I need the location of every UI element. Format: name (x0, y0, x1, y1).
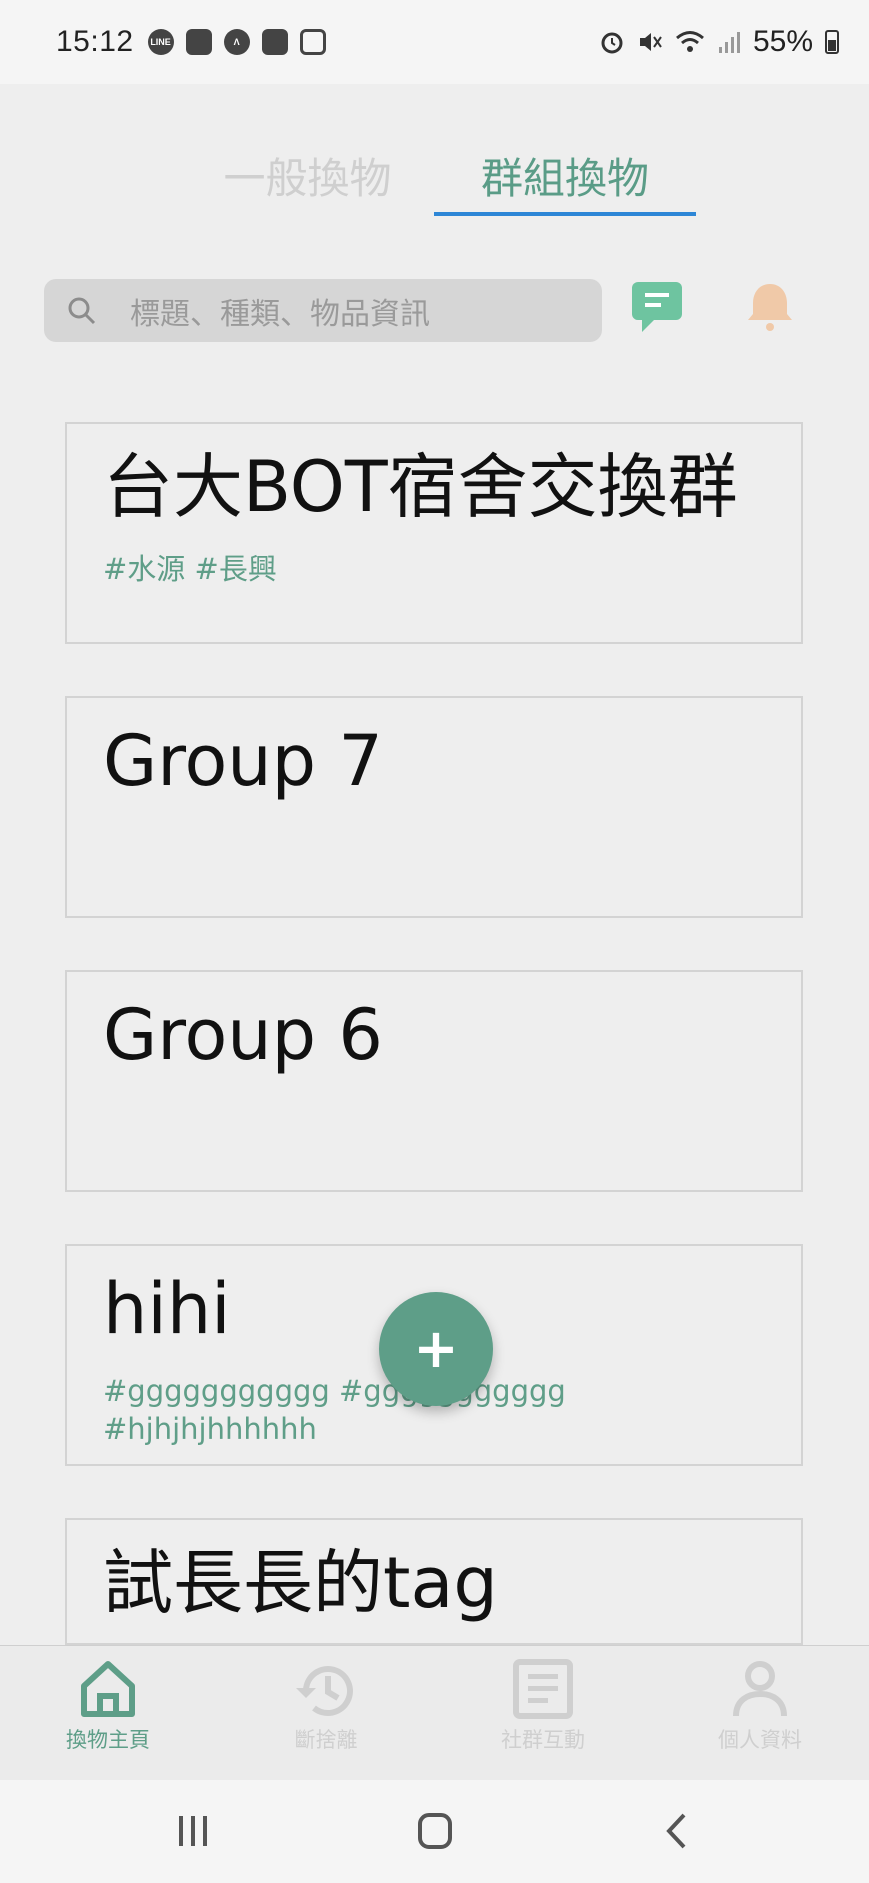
tab-group-exchange[interactable]: 群組換物 (434, 130, 696, 220)
tab-general-exchange[interactable]: 一般換物 (200, 130, 415, 220)
chat-icon (632, 282, 682, 332)
active-tab-indicator (434, 212, 696, 216)
mute-icon (639, 33, 662, 51)
wifi-icon (675, 31, 704, 52)
system-navigation-bar (0, 1780, 869, 1883)
group-title: Group 7 (103, 720, 383, 802)
battery-percent: 55% (752, 25, 813, 58)
nav-label-home: 換物主頁 (66, 1728, 150, 1752)
search-icon (68, 297, 96, 324)
chat-button[interactable] (628, 278, 688, 336)
battery-icon (825, 30, 839, 54)
group-card[interactable]: Group 7 (65, 696, 803, 918)
line-icon: LINE (147, 29, 174, 55)
group-title: Group 6 (103, 994, 383, 1076)
notification-button[interactable] (740, 278, 800, 336)
alarm-icon (601, 32, 623, 54)
app-icon (185, 29, 212, 55)
notification-icons: LINE Λ (147, 29, 326, 55)
home-button-icon[interactable] (417, 1812, 453, 1850)
group-title: 試長長的tag (103, 1542, 498, 1624)
home-icon (81, 1661, 135, 1717)
article-icon (513, 1659, 573, 1719)
bottom-navigation: 換物主頁 斷捨離 社群互動 個人資料 (0, 1645, 869, 1781)
group-card[interactable]: 試長長的tag (65, 1518, 803, 1645)
system-status: 55% (599, 25, 839, 59)
nav-item-community[interactable]: 社群互動 (453, 1658, 633, 1768)
nav-label-declutter: 斷捨離 (294, 1728, 358, 1752)
recent-apps-icon[interactable] (176, 1814, 210, 1848)
group-tags: #ggggggggggg #ggggggggggg #hjhjhjhhhhhh (103, 1374, 566, 1446)
person-icon (733, 1661, 787, 1717)
plus-icon: + (413, 1317, 459, 1380)
nav-label-profile: 個人資料 (718, 1728, 802, 1752)
history-icon (296, 1666, 353, 1716)
nav-item-home[interactable]: 換物主頁 (18, 1658, 198, 1768)
status-time: 15:12 (56, 25, 134, 58)
app-icon (261, 29, 288, 55)
group-tags: #水源 #長興 (103, 552, 277, 586)
back-icon[interactable] (664, 1812, 688, 1850)
signal-icon (718, 32, 740, 53)
nav-item-profile[interactable]: 個人資料 (670, 1658, 850, 1768)
instagram-icon (299, 29, 326, 55)
tab-bar: 一般換物 群組換物 (0, 130, 869, 220)
group-card[interactable]: 台大BOT宿舍交換群 #水源 #長興 (65, 422, 803, 644)
nav-label-community: 社群互動 (501, 1728, 585, 1752)
group-card[interactable]: Group 6 (65, 970, 803, 1192)
search-input[interactable]: 標題、種類、物品資訊 (44, 279, 602, 342)
search-placeholder: 標題、種類、物品資訊 (130, 296, 430, 332)
bell-icon (748, 284, 792, 331)
nav-item-declutter[interactable]: 斷捨離 (236, 1658, 416, 1768)
arc-icon: Λ (223, 29, 250, 55)
status-bar: 15:12 LINE Λ 55% (0, 0, 869, 84)
group-title: 台大BOT宿舍交換群 (103, 446, 738, 528)
add-group-button[interactable]: + (379, 1292, 493, 1406)
